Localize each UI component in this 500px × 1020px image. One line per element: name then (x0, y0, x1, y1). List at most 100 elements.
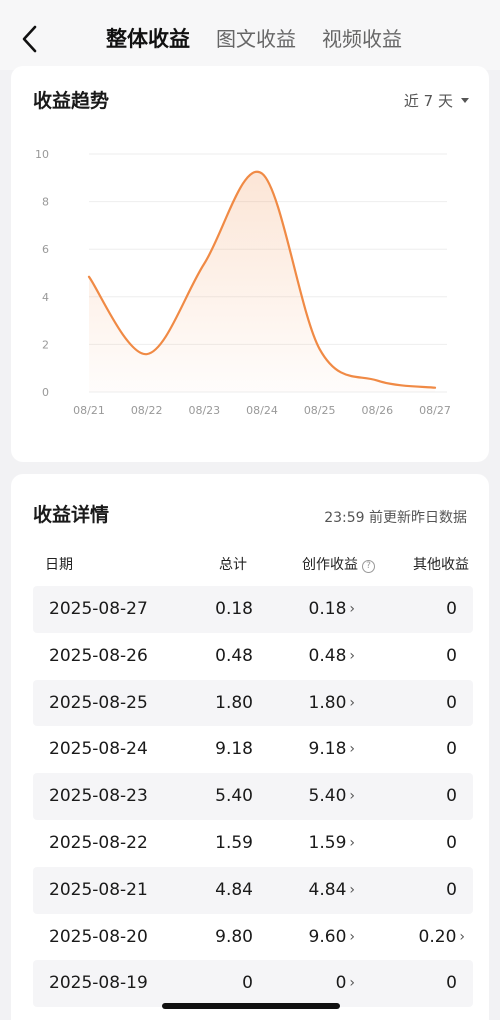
row-creation-earnings[interactable]: 9.60 › (309, 926, 355, 948)
column-header-creation: 创作收益? (302, 554, 375, 574)
y-tick-label: 2 (42, 338, 49, 351)
column-header-creation-label: 创作收益 (302, 557, 358, 573)
row-other-earnings: 0 (446, 692, 457, 714)
row-other-value: 0 (446, 739, 457, 760)
row-other-earnings: 0 (446, 879, 457, 901)
row-other-earnings: 0 (446, 785, 457, 807)
row-other-value: 0 (446, 832, 457, 853)
row-other-value: 0 (446, 879, 457, 900)
row-total: 0 (242, 973, 253, 994)
row-creation-earnings[interactable]: 0 › (336, 972, 355, 994)
chevron-right-icon: › (349, 647, 355, 664)
row-creation-value: 0.18 (308, 599, 347, 619)
range-selector[interactable]: 近 7 天 (404, 90, 469, 111)
column-header-other: 其他收益 (413, 557, 469, 573)
back-button[interactable] (16, 22, 46, 56)
row-total: 1.59 (215, 832, 253, 853)
row-other-earnings: 0 (446, 832, 457, 854)
detail-title: 收益详情 (33, 504, 110, 526)
chevron-right-icon: › (349, 601, 355, 617)
chevron-right-icon: › (349, 975, 355, 992)
earnings-table: 2025-08-27 0.18 0.18 › 0 2025-08-26 0.48 0.48 › 0… (33, 586, 473, 1008)
row-creation-earnings[interactable]: 9.18 › (309, 738, 355, 760)
y-tick-label: 4 (42, 291, 49, 304)
row-creation-earnings[interactable]: 0.18 › (309, 598, 355, 620)
row-other-earnings[interactable]: 0.20 › (419, 926, 465, 948)
row-total: 9.18 (215, 739, 253, 760)
chevron-right-icon: › (349, 928, 355, 945)
chevron-right-icon: › (349, 834, 355, 851)
question-circle-icon[interactable]: ? (362, 560, 375, 573)
row-creation-value: 4.84 (308, 879, 347, 900)
table-row: 2025-08-25 1.80 1.80 › 0 (33, 679, 473, 727)
table-row: 2025-08-23 5.40 5.40 › 0 (33, 773, 473, 820)
row-creation-earnings[interactable]: 5.40 › (309, 785, 355, 807)
x-tick-label: 08/21 (73, 404, 105, 417)
range-label: 近 7 天 (403, 92, 453, 110)
column-header-date: 日期 (45, 557, 73, 573)
row-other-value: 0.20 (418, 926, 457, 947)
x-tick-label: 08/25 (304, 404, 336, 417)
row-date: 2025-08-22 (49, 832, 148, 853)
row-date: 2025-08-26 (49, 645, 148, 666)
earnings-detail-card: 收益详情 23:59 前更新昨日数据 日期 总计 创作收益? 其他收益 2025… (11, 474, 489, 1020)
row-total: 1.80 (215, 692, 253, 713)
row-creation-value: 0.48 (308, 645, 347, 666)
row-other-value: 0 (446, 786, 457, 807)
tab-overall-earnings[interactable]: 整体收益 (106, 24, 190, 54)
row-total: 5.40 (215, 786, 253, 807)
column-header-total: 总计 (219, 557, 247, 573)
row-total: 4.84 (215, 879, 253, 900)
earnings-trend-card: 收益趋势 近 7 天 0 2 4 6 8 10 08/21 08/22 08/23 08/24 08… (11, 66, 489, 462)
earnings-trend-chart: 0 2 4 6 8 10 08/21 08/22 08/23 08/24 08/25 08/26 08/… (35, 148, 451, 417)
row-creation-value: 1.80 (308, 692, 347, 713)
row-creation-earnings[interactable]: 1.59 › (309, 832, 355, 854)
row-creation-earnings[interactable]: 4.84 › (309, 879, 355, 901)
table-row: 2025-08-20 9.80 9.60 › 0.20 › (33, 914, 473, 961)
chevron-right-icon: › (349, 741, 355, 758)
row-total: 9.80 (215, 926, 253, 947)
row-creation-value: 0 (335, 973, 347, 994)
row-other-earnings: 0 (446, 972, 457, 994)
row-total: 0.48 (215, 645, 253, 666)
table-row: 2025-08-19 0 0 › 0 (33, 960, 473, 1008)
row-other-value: 0 (446, 692, 457, 713)
y-tick-label: 8 (42, 196, 49, 209)
x-tick-label: 08/24 (246, 404, 278, 417)
caret-down-icon (461, 98, 469, 103)
row-date: 2025-08-23 (49, 786, 148, 807)
trend-title: 收益趋势 (33, 90, 110, 112)
home-indicator (162, 1003, 340, 1009)
series-area (89, 171, 435, 392)
chevron-right-icon: › (349, 881, 355, 898)
row-date: 2025-08-27 (49, 599, 148, 619)
table-row: 2025-08-22 1.59 1.59 › 0 (33, 820, 473, 867)
table-row: 2025-08-24 9.18 9.18 › 0 (33, 726, 473, 773)
x-tick-label: 08/22 (131, 404, 163, 417)
tab-article-earnings[interactable]: 图文收益 (216, 24, 296, 54)
row-creation-value: 9.18 (308, 739, 347, 760)
y-tick-label: 0 (42, 386, 49, 399)
row-date: 2025-08-19 (49, 973, 148, 994)
chevron-left-icon (22, 25, 37, 53)
row-total: 0.18 (215, 599, 253, 619)
top-bar: 整体收益 图文收益 视频收益 (0, 0, 500, 70)
row-creation-value: 5.40 (308, 786, 347, 807)
table-row: 2025-08-26 0.48 0.48 › 0 (33, 633, 473, 680)
tab-bar: 整体收益 图文收益 视频收益 (106, 24, 428, 54)
row-other-earnings: 0 (446, 738, 457, 760)
row-other-value: 0 (446, 599, 457, 619)
row-other-earnings: 0 (446, 645, 457, 667)
row-date: 2025-08-25 (49, 692, 148, 713)
row-other-earnings: 0 (446, 598, 457, 620)
table-row: 2025-08-27 0.18 0.18 › 0 (33, 586, 473, 633)
row-creation-value: 9.60 (308, 926, 347, 947)
row-creation-earnings[interactable]: 0.48 › (309, 645, 355, 667)
chevron-right-icon: › (349, 694, 355, 711)
update-note: 23:59 前更新昨日数据 (324, 510, 467, 526)
row-creation-value: 1.59 (308, 832, 347, 853)
tab-video-earnings[interactable]: 视频收益 (322, 24, 402, 54)
row-creation-earnings[interactable]: 1.80 › (309, 692, 355, 714)
table-row: 2025-08-21 4.84 4.84 › 0 (33, 866, 473, 914)
x-tick-label: 08/26 (361, 404, 393, 417)
